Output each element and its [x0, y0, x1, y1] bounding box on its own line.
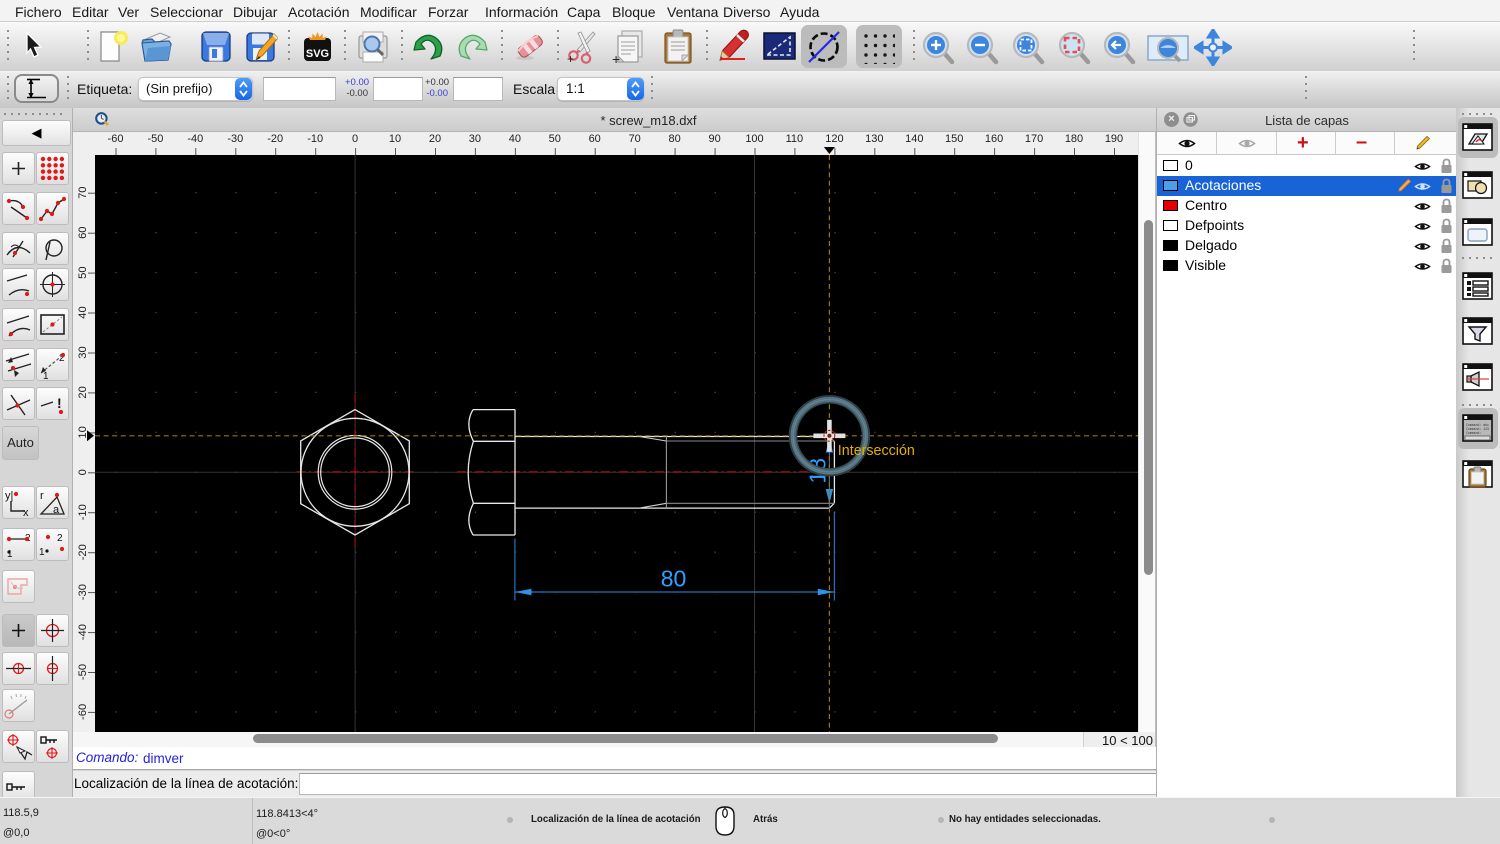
svg-text:-30: -30: [77, 584, 89, 600]
svg-text:40: 40: [77, 306, 89, 318]
svg-text:-60: -60: [108, 133, 124, 145]
svg-text:-40: -40: [187, 133, 203, 145]
svg-text:r: r: [40, 490, 44, 502]
svg-text:+: +: [612, 51, 620, 65]
svg-text:20: 20: [429, 133, 441, 145]
svg-text:60: 60: [589, 133, 601, 145]
svg-text:40: 40: [509, 133, 521, 145]
svg-text:120: 120: [825, 133, 843, 145]
svg-text:70: 70: [629, 133, 641, 145]
svg-text:170: 170: [1025, 133, 1043, 145]
svg-text:!: !: [57, 395, 62, 411]
svg-text:30: 30: [77, 346, 89, 358]
svg-text:Intersección: Intersección: [838, 443, 915, 459]
svg-text:30: 30: [469, 133, 481, 145]
svg-text:70: 70: [77, 186, 89, 198]
svg-text:10: 10: [389, 133, 401, 145]
svg-text:190: 190: [1105, 133, 1123, 145]
svg-text:100: 100: [745, 133, 763, 145]
svg-text:180: 180: [1065, 133, 1083, 145]
svg-text:150: 150: [945, 133, 963, 145]
svg-text:+: +: [567, 52, 574, 64]
svg-text:2: 2: [57, 533, 63, 544]
svg-text:-10: -10: [77, 504, 89, 520]
svg-text:140: 140: [905, 133, 923, 145]
svg-text:Command:: Command:: [1466, 431, 1481, 435]
svg-text:0: 0: [352, 133, 358, 145]
svg-text:-50: -50: [147, 133, 163, 145]
svg-text:-40: -40: [77, 624, 89, 640]
svg-text:160: 160: [985, 133, 1003, 145]
svg-text:-20: -20: [267, 133, 283, 145]
svg-text:90: 90: [708, 133, 720, 145]
svg-text:130: 130: [865, 133, 883, 145]
svg-text:-50: -50: [77, 664, 89, 680]
svg-text:20: 20: [77, 386, 89, 398]
svg-text:0: 0: [77, 469, 89, 475]
svg-text:80: 80: [668, 133, 680, 145]
svg-text:-20: -20: [77, 544, 89, 560]
svg-text:60: 60: [77, 226, 89, 238]
svg-text:1: 1: [39, 547, 45, 558]
svg-text:-30: -30: [227, 133, 243, 145]
svg-text:x: x: [23, 507, 29, 518]
svg-text:SVG: SVG: [306, 48, 329, 60]
svg-text:y|: y|: [5, 490, 13, 502]
svg-text:-10: -10: [307, 133, 323, 145]
svg-text:1: 1: [43, 371, 49, 380]
svg-text:110: 110: [786, 133, 804, 145]
svg-text:50: 50: [77, 266, 89, 278]
svg-text:80: 80: [661, 566, 687, 592]
svg-text:50: 50: [549, 133, 561, 145]
svg-text:-60: -60: [77, 704, 89, 720]
svg-text:1: 1: [7, 549, 13, 560]
